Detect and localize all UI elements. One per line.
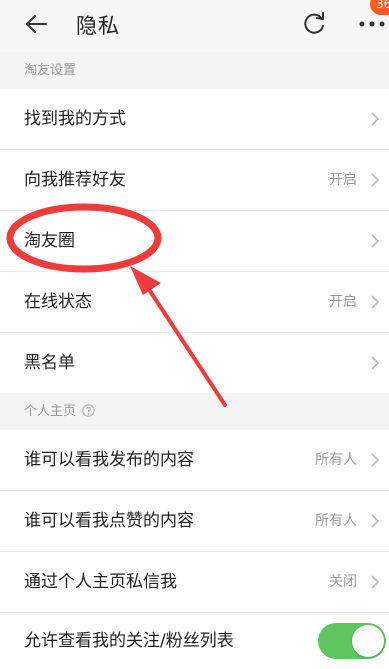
question-circle-icon[interactable] — [82, 404, 95, 417]
row-profile-messages[interactable]: 通过个人主页私信我 关闭 — [0, 552, 389, 612]
row-who-can-see-likes[interactable]: 谁可以看我点赞的内容 所有人 — [0, 491, 389, 551]
section-header-profile: 个人主页 — [0, 393, 389, 430]
toggle-knob — [352, 625, 384, 657]
row-follow-list-visibility: 允许查看我的关注/粉丝列表 — [0, 613, 389, 669]
page-title: 隐私 — [76, 14, 120, 38]
row-label: 淘友圈 — [24, 231, 75, 251]
row-value: 关闭 — [329, 574, 357, 590]
more-dots-icon[interactable] — [358, 14, 389, 34]
row-find-me[interactable]: 找到我的方式 — [0, 89, 389, 149]
chevron-right-icon — [371, 514, 380, 528]
privacy-screen: 隐私 36 淘友设置 找到我的方式 向我推荐好友 开启 淘友圈 在线状态 开启 — [0, 0, 389, 669]
row-label: 找到我的方式 — [24, 109, 126, 129]
row-recommend-friends[interactable]: 向我推荐好友 开启 — [0, 150, 389, 210]
row-label: 允许查看我的关注/粉丝列表 — [24, 631, 234, 651]
row-taoyou-circle[interactable]: 淘友圈 — [0, 211, 389, 271]
chevron-right-icon — [371, 575, 380, 589]
arrow-left-icon[interactable] — [24, 11, 50, 37]
row-value: 开启 — [329, 294, 357, 310]
chevron-right-icon — [371, 356, 380, 370]
chevron-right-icon — [371, 234, 380, 248]
chevron-right-icon — [371, 295, 380, 309]
row-label: 黑名单 — [24, 353, 75, 373]
chevron-right-icon — [371, 173, 380, 187]
notification-badge: 36 — [370, 0, 389, 15]
follow-list-toggle[interactable] — [318, 623, 386, 659]
row-label: 谁可以看我发布的内容 — [24, 450, 194, 470]
top-bar: 隐私 36 — [0, 0, 389, 52]
row-who-can-see-posts[interactable]: 谁可以看我发布的内容 所有人 — [0, 430, 389, 490]
row-blacklist[interactable]: 黑名单 — [0, 333, 389, 393]
row-label: 在线状态 — [24, 292, 92, 312]
section-title: 个人主页 — [24, 404, 77, 419]
row-label: 通过个人主页私信我 — [24, 572, 177, 592]
row-value: 开启 — [329, 172, 357, 188]
chevron-right-icon — [371, 453, 380, 467]
row-label: 谁可以看我点赞的内容 — [24, 511, 194, 531]
row-value: 所有人 — [315, 513, 357, 529]
section-title: 淘友设置 — [24, 63, 77, 78]
chevron-right-icon — [371, 112, 380, 126]
refresh-icon[interactable] — [300, 9, 328, 37]
row-label: 向我推荐好友 — [24, 170, 126, 190]
section-header-taoyou: 淘友设置 — [0, 52, 389, 89]
row-value: 所有人 — [315, 452, 357, 468]
row-online-status[interactable]: 在线状态 开启 — [0, 272, 389, 332]
